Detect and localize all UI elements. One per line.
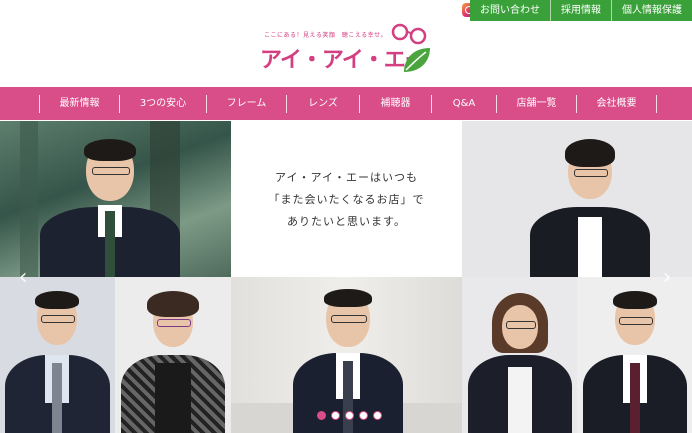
recruit-link[interactable]: 採用情報 bbox=[550, 0, 611, 21]
nav-item-qa[interactable]: Q&A bbox=[431, 94, 496, 113]
slider-dot[interactable] bbox=[345, 411, 354, 420]
staff-photo bbox=[0, 277, 115, 433]
staff-photo bbox=[231, 277, 462, 433]
utility-links: お問い合わせ 採用情報 個人情報保護 bbox=[470, 0, 692, 21]
nav-item-news[interactable]: 最新情報 bbox=[39, 94, 119, 113]
nav-item-three-reliefs[interactable]: 3つの安心 bbox=[119, 94, 206, 113]
slider-next-button[interactable]: › bbox=[660, 266, 674, 290]
nav-item-company[interactable]: 会社概要 bbox=[576, 94, 657, 113]
staff-photo bbox=[0, 121, 231, 277]
logo-tagline: ここにある！見える笑顔 聴こえる幸せ。 bbox=[264, 32, 388, 39]
staff-photo bbox=[577, 277, 692, 433]
staff-photo bbox=[462, 277, 577, 433]
slider-dot[interactable] bbox=[373, 411, 382, 420]
slider-dot[interactable] bbox=[317, 411, 326, 420]
nav-item-hearing-aids[interactable]: 補聴器 bbox=[359, 94, 431, 113]
staff-photo bbox=[462, 121, 692, 277]
leaf-icon bbox=[404, 48, 430, 72]
message-line: ありたいと思います。 bbox=[287, 215, 406, 228]
nav-item-lenses[interactable]: レンズ bbox=[286, 94, 359, 113]
message-line: アイ・アイ・エーはいつも bbox=[275, 171, 418, 184]
main-nav: 最新情報 3つの安心 フレーム レンズ 補聴器 Q&A 店舗一覧 会社概要 bbox=[0, 87, 692, 120]
message-line: 「また会いたくなるお店」で bbox=[268, 193, 425, 206]
contact-link[interactable]: お問い合わせ bbox=[470, 0, 550, 21]
site-logo[interactable]: ここにある！見える笑顔 聴こえる幸せ。 アイ・アイ・エー bbox=[258, 20, 438, 76]
staff-photo bbox=[115, 277, 231, 433]
slider-prev-button[interactable]: ‹ bbox=[16, 266, 30, 290]
hero-message: アイ・アイ・エーはいつも 「また会いたくなるお店」で ありたいと思います。 bbox=[231, 121, 462, 277]
nav-item-frames[interactable]: フレーム bbox=[206, 94, 286, 113]
privacy-link[interactable]: 個人情報保護 bbox=[611, 0, 692, 21]
nav-item-stores[interactable]: 店舗一覧 bbox=[496, 94, 576, 113]
slider-dot[interactable] bbox=[359, 411, 368, 420]
slider-pagination bbox=[317, 411, 382, 420]
slider-dot[interactable] bbox=[331, 411, 340, 420]
hero-slider: アイ・アイ・エーはいつも 「また会いたくなるお店」で ありたいと思います。 ‹ … bbox=[0, 121, 692, 433]
site-header: お問い合わせ 採用情報 個人情報保護 ここにある！見える笑顔 聴こえる幸せ。 ア… bbox=[0, 0, 692, 87]
